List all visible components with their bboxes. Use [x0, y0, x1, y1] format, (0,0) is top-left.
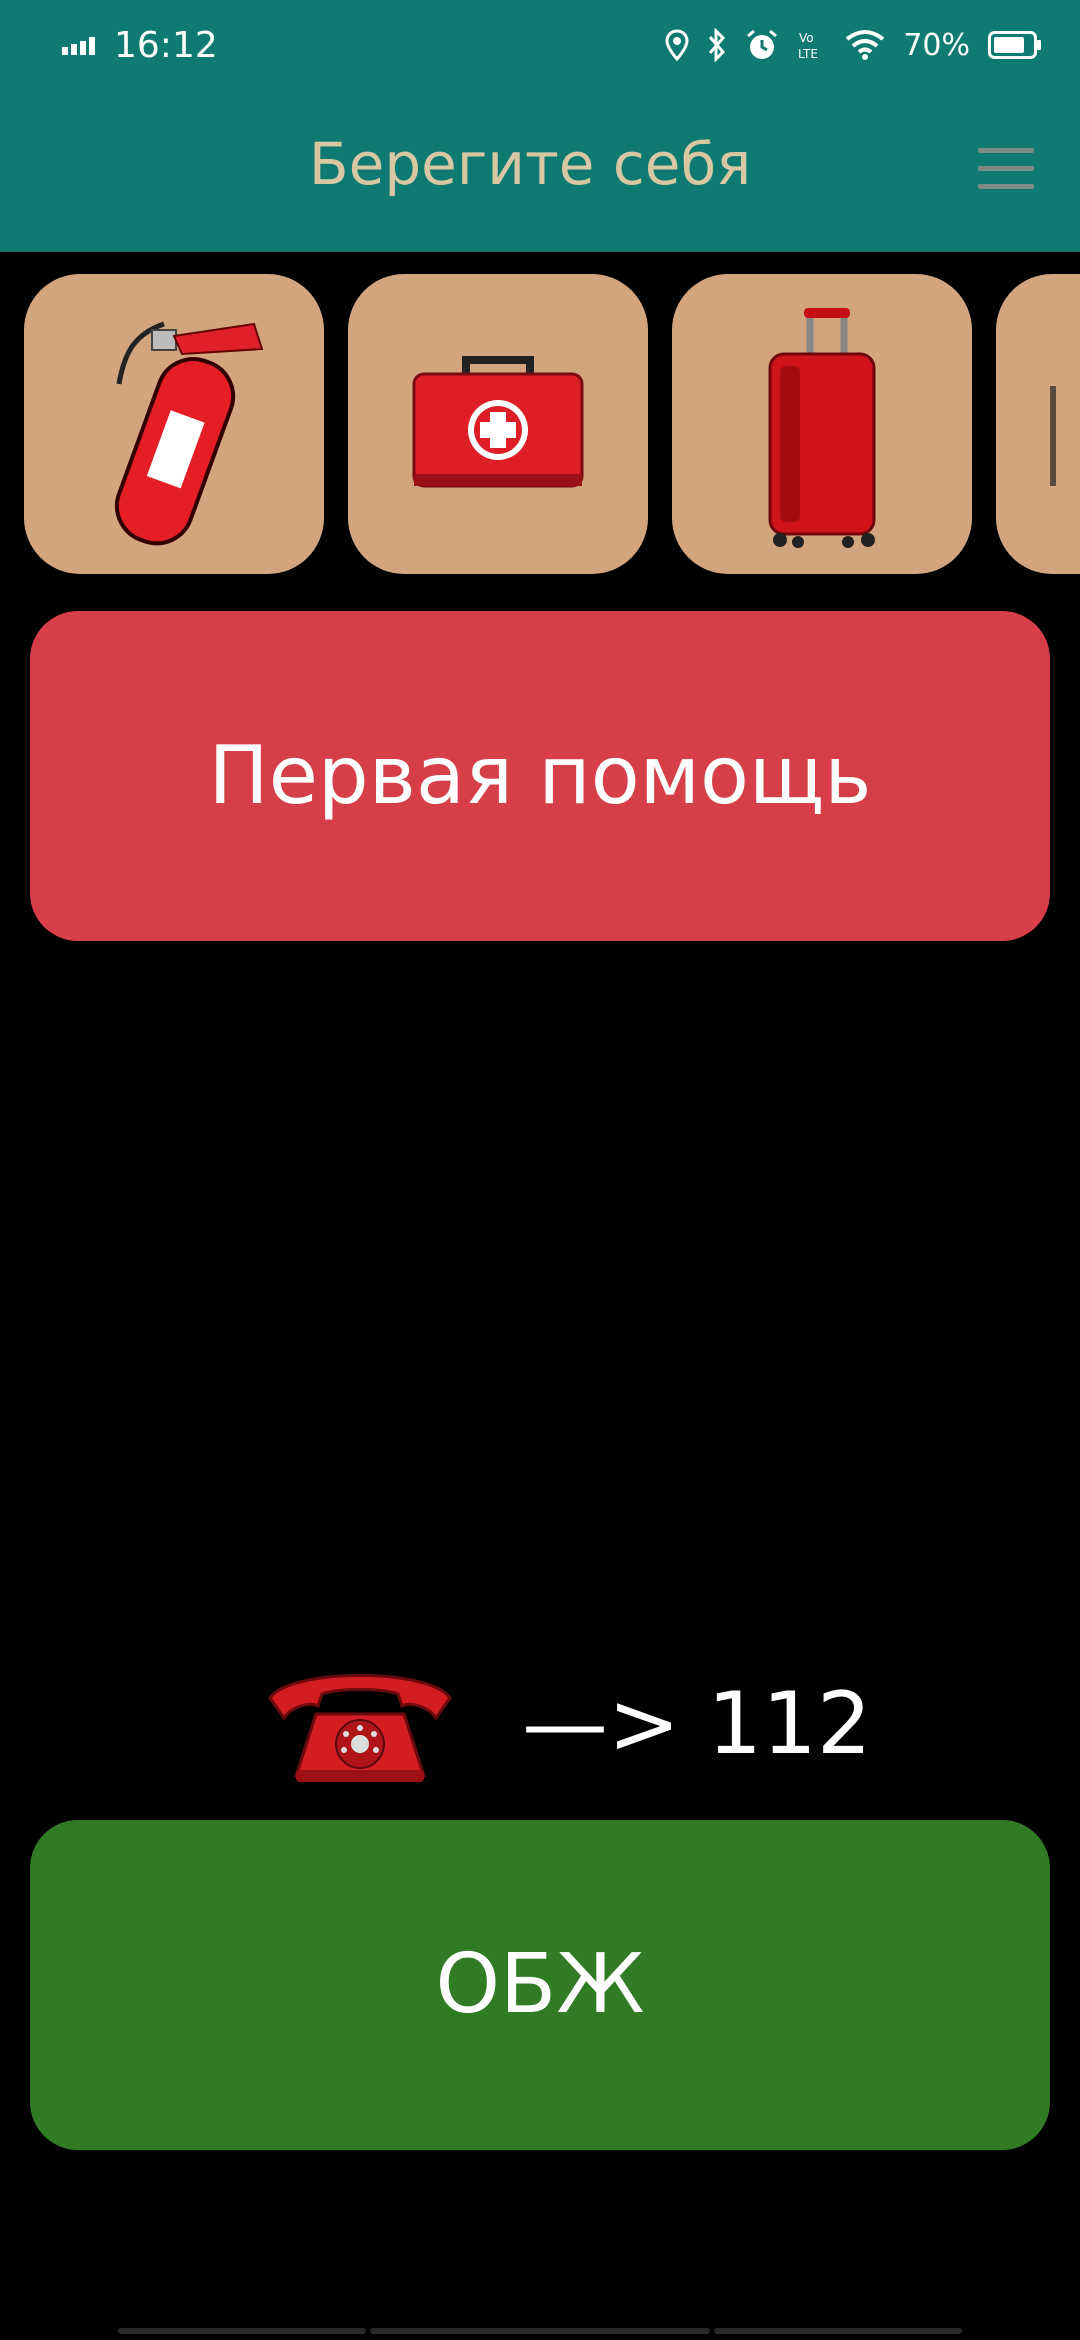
app-bar: 16:12 Vo LTE 70% Берегите себя: [0, 0, 1080, 252]
obzh-button[interactable]: ОБЖ: [30, 1820, 1050, 2150]
tile-fire-extinguisher[interactable]: [24, 274, 324, 574]
svg-text:LTE: LTE: [798, 47, 818, 61]
battery-icon: [988, 31, 1041, 59]
location-icon: [665, 29, 689, 61]
status-bar: 16:12 Vo LTE 70%: [0, 0, 1080, 90]
partial-tile-icon: [1050, 386, 1056, 486]
tile-first-aid-kit[interactable]: [348, 274, 648, 574]
home-indicator-center[interactable]: [370, 2328, 710, 2334]
emergency-number-text: —> 112: [522, 1674, 872, 1774]
svg-text:Vo: Vo: [799, 31, 814, 45]
first-aid-kit-icon: [412, 356, 584, 488]
hamburger-menu-icon[interactable]: [978, 146, 1034, 192]
alarm-icon: [747, 29, 778, 59]
status-left: 16:12: [62, 22, 218, 68]
tile-suitcase[interactable]: [672, 274, 972, 574]
telephone-icon: [268, 1674, 452, 1782]
category-carousel[interactable]: [0, 274, 1080, 576]
first-aid-button[interactable]: Первая помощь: [30, 611, 1050, 941]
suitcase-icon: [768, 308, 876, 548]
signal-icon: [62, 37, 95, 55]
bluetooth-icon: [709, 28, 726, 62]
emergency-row[interactable]: —> 112: [260, 1660, 872, 1790]
home-indicator-left: [118, 2328, 366, 2334]
fire-extinguisher-icon: [114, 321, 264, 546]
home-indicator-right: [714, 2328, 962, 2334]
battery-percent: 70%: [903, 27, 970, 63]
volte-icon: Vo LTE: [798, 31, 818, 61]
tile-partial[interactable]: [996, 274, 1080, 574]
status-right: Vo LTE 70%: [665, 20, 1042, 70]
status-time: 16:12: [114, 24, 218, 66]
wifi-icon: [846, 30, 885, 60]
app-title: Берегите себя: [308, 130, 752, 198]
